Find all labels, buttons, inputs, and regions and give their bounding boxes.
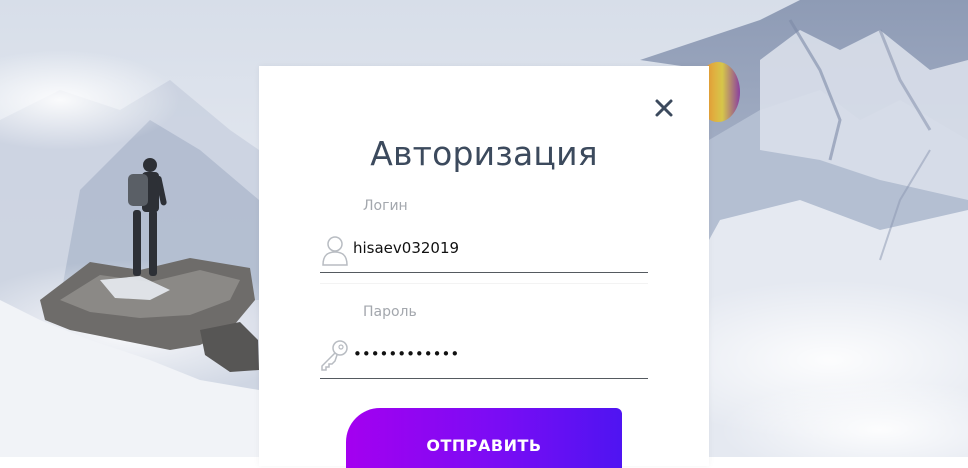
password-input[interactable] — [353, 342, 638, 366]
submit-button[interactable]: ОТПРАВИТЬ — [346, 408, 622, 468]
key-icon — [320, 338, 350, 372]
password-label: Пароль — [363, 304, 417, 320]
login-modal: Авторизация Логин Пароль ОТПРАВИТЬ — [259, 66, 709, 468]
login-field[interactable] — [320, 228, 648, 273]
field-divider — [320, 283, 648, 284]
login-input[interactable] — [353, 236, 638, 260]
close-icon[interactable] — [653, 97, 675, 119]
login-label: Логин — [363, 198, 408, 214]
user-icon — [320, 232, 350, 266]
modal-title: Авторизация — [370, 134, 598, 173]
password-field[interactable] — [320, 334, 648, 379]
